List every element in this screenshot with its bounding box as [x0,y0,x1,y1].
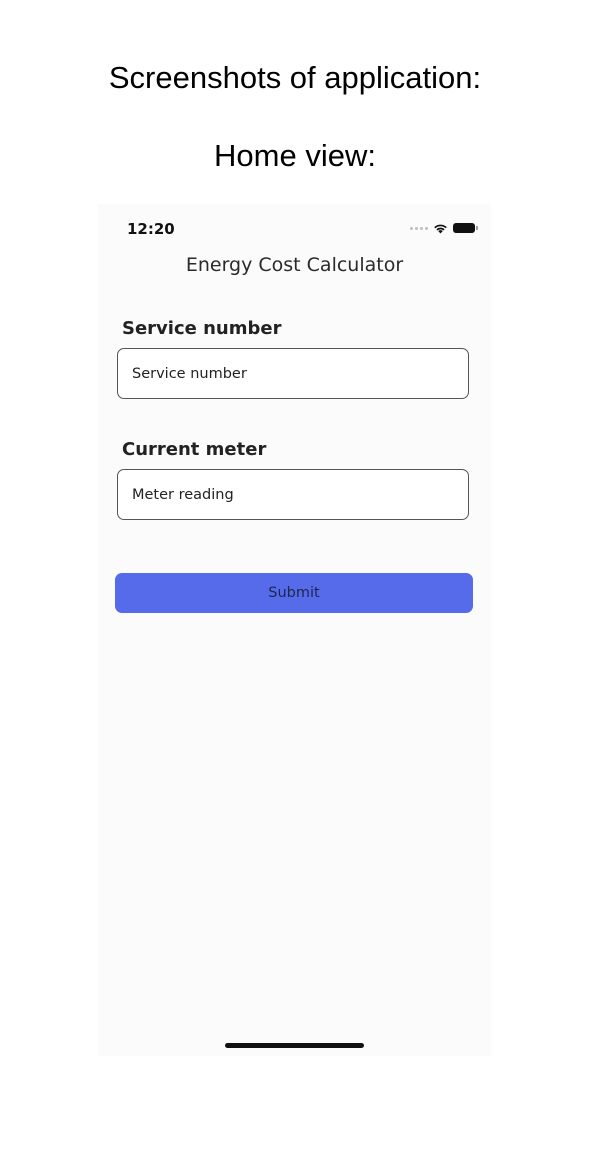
cellular-signal-icon [410,226,428,230]
status-icons [410,222,478,234]
service-number-label: Service number [122,318,282,339]
document-heading: Screenshots of application: [108,60,482,95]
current-meter-label: Current meter [122,439,267,460]
battery-icon [453,223,478,233]
submit-button[interactable]: Submit [115,573,473,613]
service-number-field-box [117,348,469,399]
meter-reading-field-box [117,469,469,520]
document-subheading: Home view: [214,138,376,173]
phone-screen: 12:20 Energy Cost Calculator Service num… [98,204,491,1056]
status-time: 12:20 [127,220,175,238]
home-indicator[interactable] [225,1043,364,1048]
meter-reading-input[interactable] [118,470,468,519]
service-number-input[interactable] [118,349,468,398]
wifi-icon [434,224,447,233]
page-title: Energy Cost Calculator [185,254,404,276]
